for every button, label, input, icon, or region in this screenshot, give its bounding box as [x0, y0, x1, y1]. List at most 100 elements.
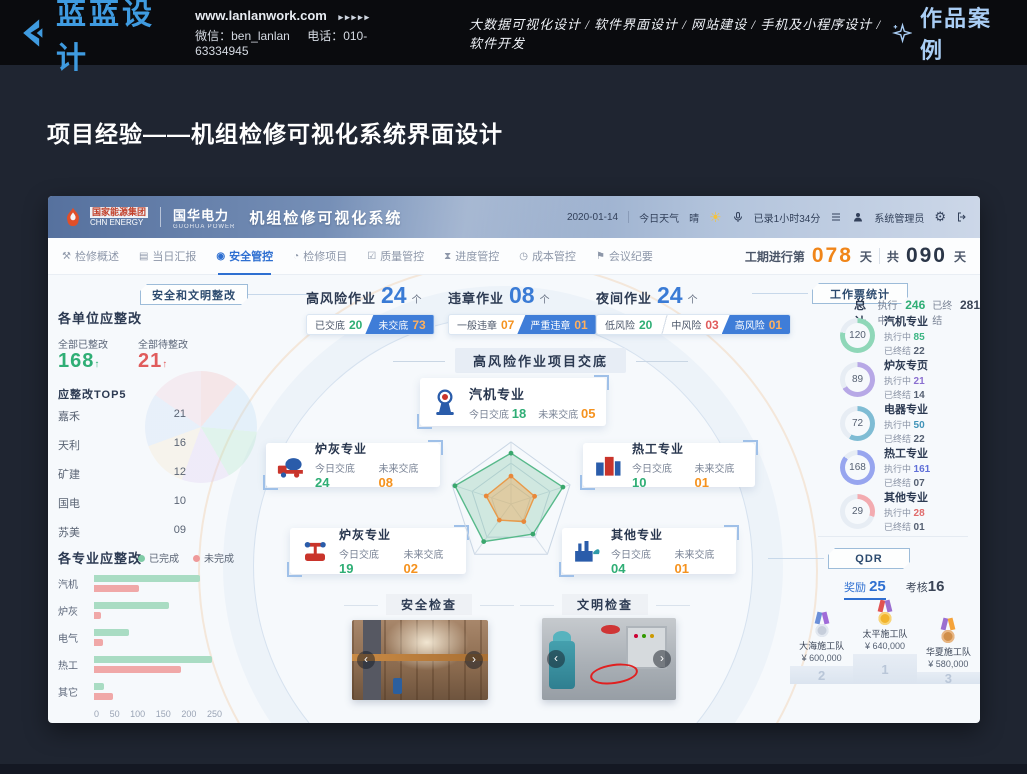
tab-daily-report[interactable]: ▤当日汇报 — [139, 238, 196, 275]
services-nav[interactable]: 大数据可视化设计 / 软件界面设计 / 网站建设 / 手机及小程序设计 / 软件… — [469, 14, 891, 52]
qdr-tab-assess[interactable]: 考核16 — [906, 578, 945, 595]
microphone-icon — [732, 211, 744, 223]
tab-projects-icon: ◔ — [293, 251, 299, 262]
stat-night-jobs: 夜间作业24个 低风险20 中风险03 高风险01 — [596, 282, 791, 335]
tab-cost-icon: ◷ — [519, 251, 528, 262]
tab-projects[interactable]: ◔检修项目 — [293, 238, 347, 275]
carousel-next-button[interactable]: › — [653, 650, 671, 668]
future-briefed: 未来交底 05 — [538, 406, 595, 421]
badge-connector — [752, 293, 808, 294]
site-header: 蓝蓝设计 www.lanlanwork.com ▸▸▸▸▸ 微信：ben_lan… — [0, 0, 1027, 65]
period-sep — [879, 248, 880, 264]
badge-qdr: QDR — [828, 548, 910, 569]
bar-axis: 050100150200250 — [94, 709, 222, 719]
tab-cost[interactable]: ◷成本管控 — [519, 238, 576, 275]
podium-step: 2 — [790, 666, 853, 684]
briefing-card-thermal: 热工专业 今日交底 10 未来交底 01 — [583, 443, 755, 487]
ticket-row-other: 29 其他专业 执行中 28 已终结 01 — [840, 489, 975, 533]
weather-value: 晴 — [689, 210, 699, 225]
list-icon[interactable] — [830, 211, 842, 223]
future-briefed: 未来交底 08 — [379, 460, 431, 490]
org-name: 国华电力 — [173, 205, 235, 224]
portfolio-label: 作品案例 — [920, 1, 1005, 65]
sparkle-star-icon — [891, 21, 912, 45]
dashboard-nav: ⚒检修概述 ▤当日汇报 ◉安全管控 ◔检修项目 ☑质量管控 ⧗进度管控 ◷成本管… — [48, 238, 980, 275]
today-briefed: 今日交底 18 — [469, 406, 526, 421]
future-briefed: 未来交底 01 — [695, 460, 746, 490]
civility-check-photo[interactable]: ‹ › — [542, 618, 676, 700]
bar-done — [94, 683, 104, 690]
bar-group: 热工 — [58, 651, 254, 678]
todo-kpi-label: 全部待整改 — [138, 336, 188, 351]
gold-medal-icon — [877, 600, 893, 625]
pill-divider — [660, 315, 669, 334]
stat-value: 24 — [657, 282, 683, 309]
safety-check-photo[interactable]: ‹ › — [352, 620, 488, 700]
donut-ring: 89 — [840, 362, 875, 397]
qdr-podium: 大海施工队 ¥ 600,000 2 太平施工队 ¥ 640,000 1 华夏施工… — [790, 600, 980, 684]
org-logos: 国家能源集团 CHN ENERGY 国华电力 GUOHUA POWER — [62, 205, 235, 230]
badge-connector — [768, 558, 824, 559]
units-rectify-title: 各单位应整改 — [58, 308, 142, 327]
weather-label: 今日天气 — [639, 210, 679, 225]
podium-first: 太平施工队 ¥ 640,000 1 — [853, 600, 916, 684]
unit-value: 16 — [174, 437, 186, 453]
bar-legend: 已完成 未完成 — [138, 550, 234, 565]
future-briefed: 未来交底 01 — [675, 546, 727, 576]
bar-done — [94, 656, 212, 663]
unit-name: 天利 — [58, 437, 80, 453]
stat-violations: 违章作业08个 一般违章07 严重违章01 — [448, 282, 597, 335]
carousel-prev-button[interactable]: ‹ — [547, 650, 565, 668]
factory-icon — [572, 536, 602, 566]
today-briefed: 今日交底 10 — [632, 460, 683, 490]
civility-check-label: 文明检查 — [562, 594, 648, 615]
tab-overview[interactable]: ⚒检修概述 — [62, 238, 119, 275]
done-kpi-label: 全部已整改 — [58, 336, 108, 351]
right-panel-divider — [818, 536, 968, 537]
arrows-decor: ▸▸▸▸▸ — [338, 12, 371, 22]
tab-quality[interactable]: ☑质量管控 — [367, 238, 424, 275]
header-date: 2020-01-14 — [567, 212, 618, 223]
top5-row: 嘉禾21 — [58, 408, 186, 424]
org-sub: GUOHUA POWER — [173, 224, 235, 230]
top5-row: 苏美09 — [58, 524, 186, 540]
unit-name: 嘉禾 — [58, 408, 80, 424]
top5-row: 矿建12 — [58, 466, 186, 482]
bar-done — [94, 629, 129, 636]
majors-rectify-title: 各专业应整改 — [58, 548, 142, 567]
donut-ring: 72 — [840, 406, 875, 441]
stat-high-risk-jobs: 高风险作业24个 已交底20 未交底73 — [306, 282, 435, 335]
tab-progress[interactable]: ⧗进度管控 — [444, 238, 499, 275]
portfolio-link[interactable]: 作品案例 — [891, 1, 1005, 65]
done-kpi-value: 168↑ — [58, 350, 100, 373]
bar-group: 汽机 — [58, 570, 254, 597]
site-logo[interactable]: 蓝蓝设计 — [16, 0, 173, 77]
carousel-next-button[interactable]: › — [465, 651, 483, 669]
tab-safety[interactable]: ◉安全管控 — [216, 238, 273, 275]
ticket-row-turbine: 120 汽机专业 执行中 85 已终结 22 — [840, 313, 975, 357]
tab-progress-icon: ⧗ — [444, 251, 451, 262]
donut-ring: 168 — [840, 450, 875, 485]
unit-value: 12 — [174, 466, 186, 482]
podium-step: 3 — [917, 672, 980, 684]
qdr-tab-reward[interactable]: 奖励 25 — [844, 578, 886, 600]
tab-quality-icon: ☑ — [367, 251, 376, 262]
indicator-dot — [650, 634, 654, 638]
dashboard-screenshot: 国家能源集团 CHN ENERGY 国华电力 GUOHUA POWER 机组检修… — [48, 196, 980, 723]
carousel-prev-button[interactable]: ‹ — [357, 651, 375, 669]
tab-meetings[interactable]: ⚑会议纪要 — [596, 238, 653, 275]
logout-icon[interactable] — [956, 211, 968, 223]
ticket-row-thermal: 168 热工专业 执行中 161 已终结 07 — [840, 445, 975, 489]
qdr-tabs: 奖励 25 考核16 — [844, 578, 944, 600]
unit-name: 苏美 — [58, 524, 80, 540]
user-icon — [852, 211, 864, 223]
dashboard-app-title: 机组检修可视化系统 — [249, 207, 402, 228]
gear-icon[interactable]: ⚙ — [934, 209, 946, 225]
unit-name: 国电 — [58, 495, 80, 511]
photo-valve-knob — [601, 625, 620, 635]
user-name[interactable]: 系统管理员 — [874, 210, 924, 225]
podium-third: 华夏施工队 ¥ 580,000 3 — [917, 618, 980, 684]
bar-group: 炉灰 — [58, 597, 254, 624]
today-briefed: 今日交底 19 — [339, 546, 392, 576]
donut-ring: 120 — [840, 318, 875, 353]
